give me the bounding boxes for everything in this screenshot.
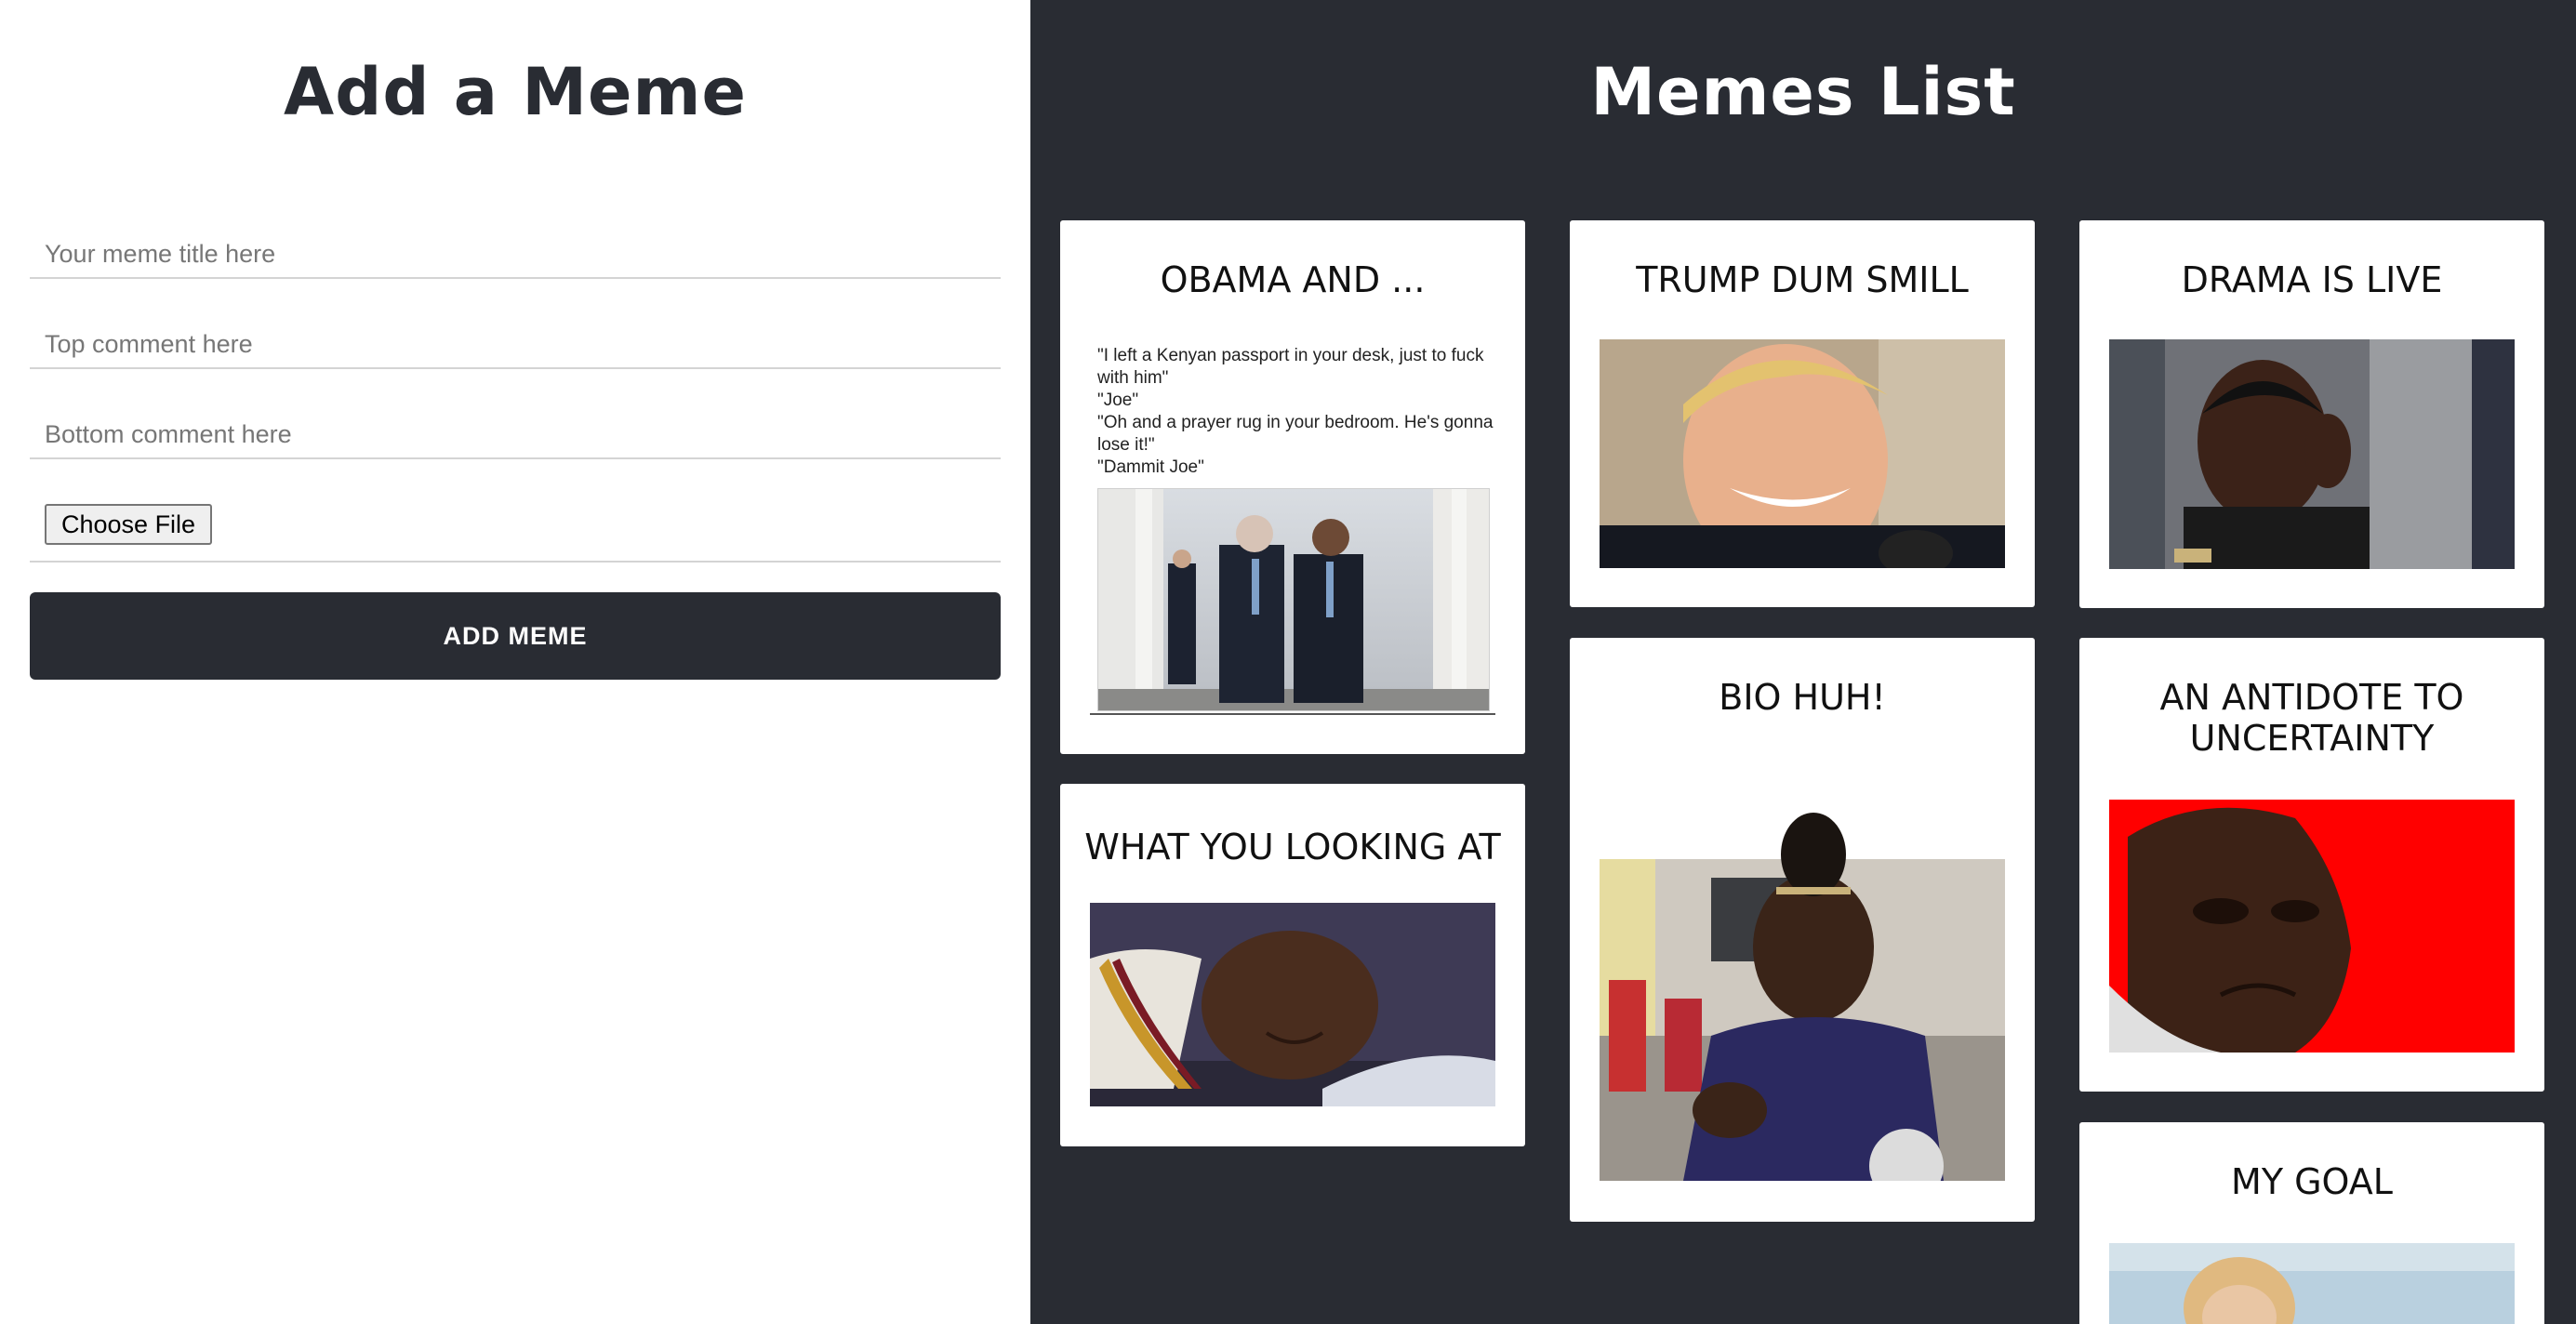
add-meme-panel: Add a Meme Choose File ADD MEME — [0, 0, 1030, 1324]
meme-title: TRUMP DUM SMILL — [1636, 259, 1969, 300]
meme-title: MY GOAL — [2231, 1161, 2393, 1202]
meme-card[interactable]: BIO HUH! — [1570, 638, 2035, 1222]
meme-image — [1600, 339, 2005, 568]
caption-line: "I left a Kenyan passport in your desk, … — [1097, 346, 1484, 388]
meme-title: BIO HUH! — [1719, 677, 1886, 718]
bottom-comment-field — [30, 398, 1001, 459]
meme-image — [1097, 488, 1490, 711]
divider — [1090, 713, 1495, 715]
meme-title: WHAT YOU LOOKING AT — [1084, 827, 1501, 867]
caption-line: "Joe" — [1097, 391, 1139, 410]
top-comment-input[interactable] — [30, 308, 1001, 367]
bottom-comment-input[interactable] — [30, 398, 1001, 457]
form-heading: Add a Meme — [284, 54, 747, 130]
meme-image — [2109, 1243, 2515, 1324]
meme-title: DRAMA IS LIVE — [2181, 259, 2443, 300]
caption-line: "Dammit Joe" — [1097, 457, 1204, 477]
meme-title-field — [30, 218, 1001, 279]
caption-line: "Oh and a prayer rug in your bedroom. He… — [1097, 413, 1494, 455]
memes-list-panel: Memes List OBAMA AND ... "I left a Kenya… — [1030, 0, 2576, 1324]
meme-title: OBAMA AND ... — [1160, 259, 1426, 300]
meme-card[interactable]: TRUMP DUM SMILL — [1570, 220, 2035, 607]
meme-card[interactable]: MY GOAL — [2079, 1122, 2544, 1324]
meme-image — [1090, 903, 1495, 1106]
meme-image — [1600, 757, 2005, 1181]
add-meme-button[interactable]: ADD MEME — [30, 592, 1001, 680]
meme-title: AN ANTIDOTE TO UNCERTAINTY — [2159, 677, 2464, 759]
meme-image — [2109, 339, 2515, 569]
list-heading: Memes List — [1590, 54, 2016, 130]
meme-card[interactable]: WHAT YOU LOOKING AT — [1060, 784, 1525, 1146]
meme-image — [2109, 800, 2515, 1053]
file-field: Choose File — [30, 493, 1001, 563]
meme-title-input[interactable] — [30, 218, 1001, 277]
meme-caption: "I left a Kenyan passport in your desk, … — [1097, 345, 1497, 479]
meme-card[interactable]: DRAMA IS LIVE — [2079, 220, 2544, 608]
meme-card[interactable]: AN ANTIDOTE TO UNCERTAINTY — [2079, 638, 2544, 1092]
choose-file-button[interactable]: Choose File — [45, 504, 213, 545]
top-comment-field — [30, 308, 1001, 369]
meme-card[interactable]: OBAMA AND ... "I left a Kenyan passport … — [1060, 220, 1525, 754]
